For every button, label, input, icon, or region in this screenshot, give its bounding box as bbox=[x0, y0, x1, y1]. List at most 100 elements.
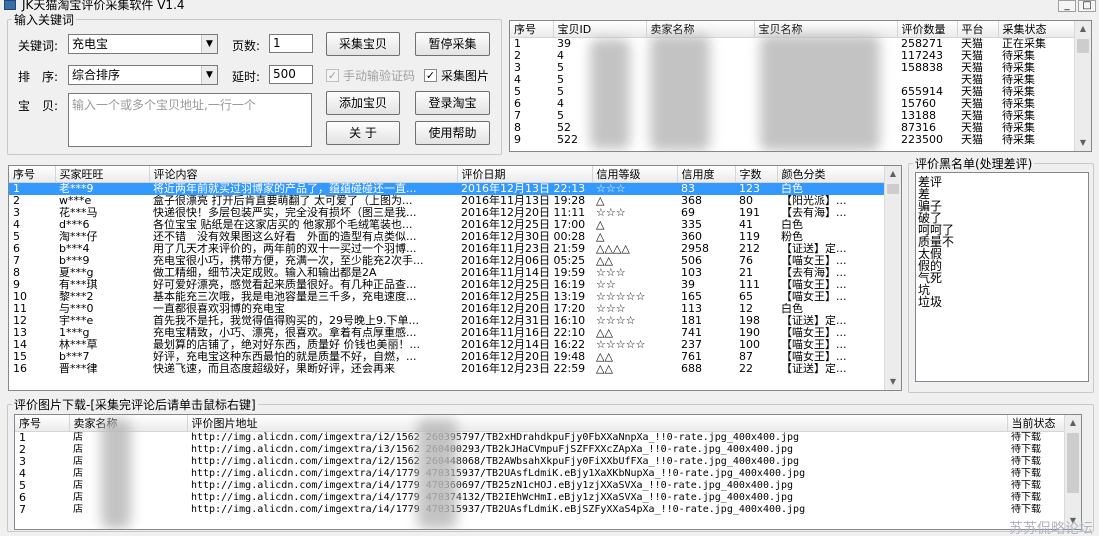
review-row-cell: 2016年12月30日 00:28 bbox=[461, 231, 586, 243]
review-row-cell: 100 bbox=[739, 339, 760, 351]
items-col-header[interactable]: 评价数量 bbox=[897, 21, 958, 38]
pause-button[interactable]: 暂停采集 bbox=[415, 32, 490, 56]
review-row[interactable]: 9 有***琪 好可爱好漂亮，感觉看起来质量很好。有几种正品查... 2016年12月… bbox=[9, 279, 886, 291]
items-list[interactable]: 序号 宝贝ID 卖家名称 宝贝名称 评价数量 平台 采集状态 1 39 258271… bbox=[509, 20, 1092, 152]
review-row-cell: 【喵女王】... bbox=[781, 327, 847, 339]
scroll-up-icon[interactable]: ▲ bbox=[1075, 21, 1091, 37]
items-col-header[interactable]: 平台 bbox=[957, 21, 999, 38]
review-row-cell: 盒子很漂亮 打开后肯直要萌翻了 太可爱了（上图为... bbox=[153, 195, 413, 207]
items-col-header[interactable]: 序号 bbox=[510, 21, 554, 38]
collect-items-button[interactable]: 采集宝贝 bbox=[326, 32, 400, 56]
review-row-cell: 69 bbox=[681, 207, 695, 219]
chevron-down-icon[interactable]: ▼ bbox=[201, 66, 217, 84]
review-row[interactable]: 5 淘***仔 还不错 没有效果图这么好看 外面的造型有点类似... 2016年12月… bbox=[9, 231, 886, 243]
images-col-header[interactable]: 评价图片地址 bbox=[187, 415, 1008, 432]
scroll-thumb[interactable] bbox=[1067, 433, 1079, 493]
scroll-down-icon[interactable]: ▼ bbox=[885, 374, 901, 390]
items-col-header[interactable]: 采集状态 bbox=[998, 21, 1077, 38]
image-row-cell: 5 bbox=[19, 480, 26, 492]
review-row-cell: 做工精细，细节决定成败。输入和输出都是2A bbox=[153, 267, 377, 279]
image-row[interactable]: 3 店 http://img.alicdn.com/imgextra/i2/1562… bbox=[15, 456, 1066, 468]
reviews-col-header[interactable]: 评价日期 bbox=[457, 166, 593, 183]
review-row[interactable]: 16 晋***律 快递飞速，而且态度超级好，果断好评，还会再来 2016年12月23日… bbox=[9, 363, 886, 375]
review-row[interactable]: 4 d***6 各位宝宝 贴纸是在这家店买的 他家那个毛绒笔装也... 2016年12… bbox=[9, 219, 886, 231]
review-row[interactable]: 14 林***草 最划算的店铺了，绝对好东西，质量好 价钱也美丽！... 2016年1… bbox=[9, 339, 886, 351]
review-row-cell: ☆☆☆ bbox=[596, 267, 626, 279]
scroll-up-icon[interactable]: ▲ bbox=[1065, 415, 1081, 431]
scroll-thumb[interactable] bbox=[1077, 39, 1089, 53]
blacklist-word: 坑 bbox=[918, 283, 931, 297]
image-row[interactable]: 6 店 http://img.alicdn.com/imgextra/i4/1779… bbox=[15, 492, 1066, 504]
image-row[interactable]: 7 店 http://img.alicdn.com/imgextra/i4/1779… bbox=[15, 504, 1066, 516]
delay-input[interactable]: 500 bbox=[269, 65, 313, 84]
review-row-cell: 3 bbox=[13, 207, 20, 219]
review-row[interactable]: 10 黎***2 基本能充三次哦，我是电池容量是三千多，充电速度... 2016年12… bbox=[9, 291, 886, 303]
login-button[interactable]: 登录淘宝 bbox=[415, 91, 490, 115]
review-row[interactable]: 8 夏***g 做工精细，细节决定成败。输入和输出都是2A 2016年11月14日 1… bbox=[9, 267, 886, 279]
images-col-header[interactable]: 序号 bbox=[15, 415, 70, 432]
items-row-cell: 待采集 bbox=[1002, 62, 1035, 74]
scroll-down-icon[interactable]: ▼ bbox=[1075, 135, 1091, 151]
review-row-cell: 14 bbox=[13, 339, 27, 351]
review-row-cell: △△ bbox=[596, 327, 613, 339]
about-button[interactable]: 关 于 bbox=[326, 121, 400, 145]
reviews-scrollbar[interactable]: ▲ ▼ bbox=[884, 166, 901, 390]
review-row[interactable]: 2 w***e 盒子很漂亮 打开后肯直要萌翻了 太可爱了（上图为... 2016年11… bbox=[9, 195, 886, 207]
collect-images-checkbox[interactable]: ✓ 采集图片 bbox=[424, 67, 489, 84]
reviews-col-header[interactable]: 信用度 bbox=[677, 166, 736, 183]
reviews-col-header[interactable]: 颜色分类 bbox=[777, 166, 887, 183]
review-row-cell: 368 bbox=[681, 195, 702, 207]
reviews-col-header[interactable]: 买家旺旺 bbox=[55, 166, 150, 183]
reviews-col-header[interactable]: 评论内容 bbox=[149, 166, 458, 183]
review-row[interactable]: 6 b***4 用了几天才来评价的，两年前的双十一买过一个羽博... 2016年11月… bbox=[9, 243, 886, 255]
items-row-cell: 9 bbox=[514, 134, 521, 146]
image-row[interactable]: 1 店 http://img.alicdn.com/imgextra/i2/1562… bbox=[15, 432, 1066, 445]
items-row-cell: 2 bbox=[514, 50, 521, 62]
sort-combo[interactable]: 综合排序 ▼ bbox=[68, 65, 218, 85]
review-row[interactable]: 1 老***9 将近两年前就买过羽博家的产品了，蕴蕴碰碰还一直... 2016年12月… bbox=[9, 182, 886, 195]
image-row-cell: 2 bbox=[19, 444, 26, 456]
review-row-cell: ☆☆☆ bbox=[592, 182, 677, 195]
manual-captcha-checkbox[interactable]: ✓ 手动输验证码 bbox=[326, 67, 415, 84]
images-col-header[interactable]: 当前状态 bbox=[1007, 415, 1067, 432]
item-url-textarea[interactable]: 输入一个或多个宝贝地址,一行一个 bbox=[68, 93, 312, 147]
images-scrollbar[interactable]: ▲ ▼ bbox=[1064, 415, 1081, 529]
items-row-cell: 天猫 bbox=[961, 74, 983, 86]
reviews-col-header[interactable]: 信用等级 bbox=[592, 166, 678, 183]
review-row-cell: △△ bbox=[596, 255, 613, 267]
image-download-list[interactable]: 序号 卖家名称 评价图片地址 当前状态 1 店 http://img.alicdn.… bbox=[14, 414, 1082, 530]
help-button[interactable]: 使用帮助 bbox=[415, 121, 490, 145]
reviews-col-header[interactable]: 字数 bbox=[735, 166, 778, 183]
collect-images-label: 采集图片 bbox=[441, 69, 490, 83]
blacklist-textarea[interactable]: 差评差骗子 破了 呵呵了 质量不 太假 假的 气死坑垃圾 bbox=[915, 172, 1089, 382]
scroll-up-icon[interactable]: ▲ bbox=[885, 166, 901, 182]
pages-input[interactable]: 1 bbox=[269, 34, 313, 53]
reviews-col-header[interactable]: 序号 bbox=[9, 166, 56, 183]
items-row-cell: 天猫 bbox=[961, 110, 983, 122]
review-row[interactable]: 13 1***g 充电宝精致，小巧、漂亮，很喜欢。拿着有点厚重感... 2016年11… bbox=[9, 327, 886, 339]
review-row-cell: 白色 bbox=[777, 182, 886, 195]
items-row-cell: 15760 bbox=[901, 98, 936, 110]
minimize-button[interactable]: _ bbox=[1058, 0, 1076, 12]
add-item-button[interactable]: 添加宝贝 bbox=[326, 91, 400, 115]
keyword-combo[interactable]: 充电宝 ▼ bbox=[68, 34, 218, 54]
reviews-list[interactable]: 序号 买家旺旺 评论内容 评价日期 信用等级 信用度 字数 颜色分类 1 老***… bbox=[8, 165, 902, 391]
review-row[interactable]: 15 b***7 好评，充电宝这种东西最怕的就是质量不好，自燃，... 2016年12… bbox=[9, 351, 886, 363]
review-row-cell: 【阳光派】... bbox=[781, 195, 847, 207]
review-row[interactable]: 11 与***0 一直都很喜欢羽博的充电宝 2016年12月20日 17:20 ☆☆☆ 1… bbox=[9, 303, 886, 315]
image-row[interactable]: 2 店 http://img.alicdn.com/imgextra/i3/1562… bbox=[15, 444, 1066, 456]
items-col-header[interactable]: 宝贝ID bbox=[553, 21, 647, 38]
image-download-legend: 评价图片下载-[采集完评论后请单击鼠标右键] bbox=[14, 398, 256, 412]
review-row[interactable]: 7 b***9 充电宝很小巧，携带方便，充满一次，至少能充2次手... 2016年12… bbox=[9, 255, 886, 267]
image-row-cell: http://img.alicdn.com/imgextra/i4/1779 4… bbox=[191, 492, 794, 503]
review-row-cell: 11 bbox=[13, 303, 27, 315]
review-row[interactable]: 12 宇***e 首先我不是托，我觉得值得购买的，29号晚上9.下单... 2016年… bbox=[9, 315, 886, 327]
scroll-thumb[interactable] bbox=[887, 184, 899, 194]
image-row[interactable]: 4 店 http://img.alicdn.com/imgextra/i4/1779… bbox=[15, 468, 1066, 480]
review-row-cell: 2016年12月23日 22:59 bbox=[461, 363, 586, 375]
items-scrollbar[interactable]: ▲ ▼ bbox=[1074, 21, 1091, 151]
chevron-down-icon[interactable]: ▼ bbox=[201, 35, 217, 53]
maximize-button[interactable]: □ bbox=[1078, 0, 1096, 12]
review-row[interactable]: 3 花***马 快递很快！多层包装严实，完全没有损坏（图三是我... 2016年12月… bbox=[9, 207, 886, 219]
image-row[interactable]: 5 店 http://img.alicdn.com/imgextra/i4/1779… bbox=[15, 480, 1066, 492]
